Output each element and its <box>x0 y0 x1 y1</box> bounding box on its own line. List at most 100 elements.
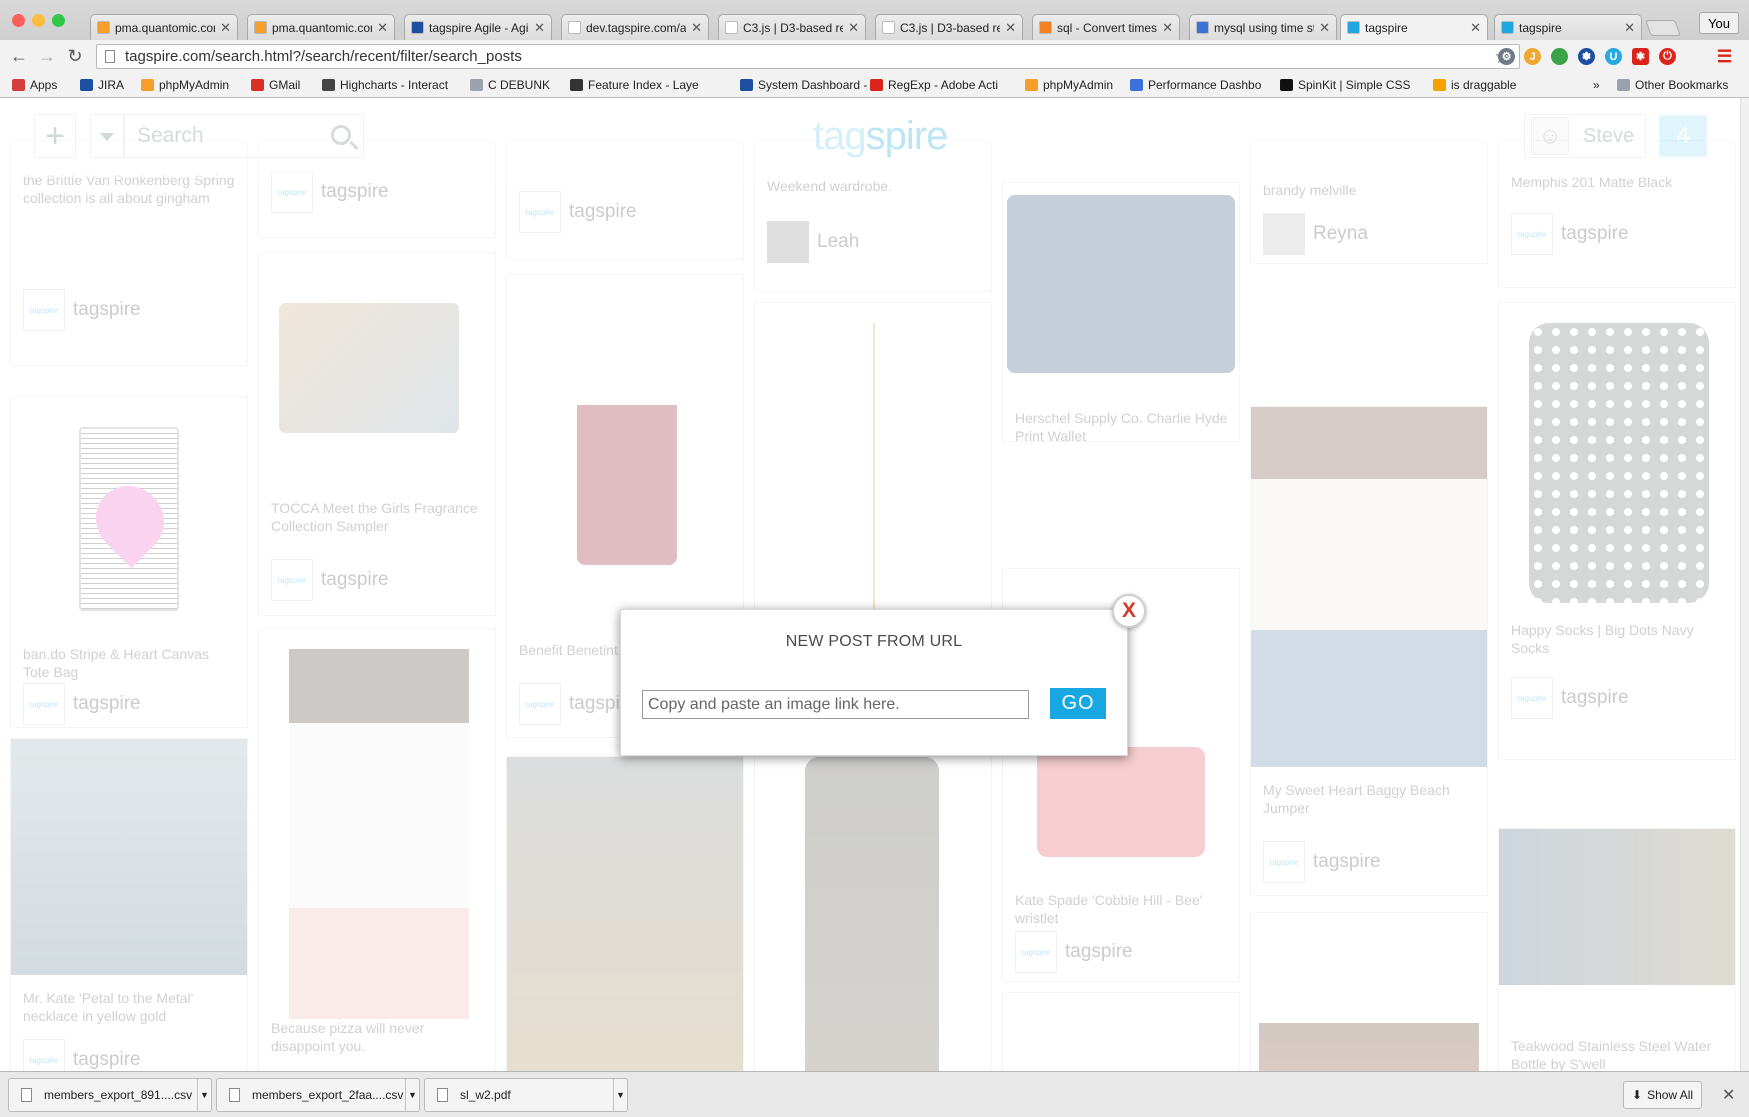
search-input[interactable]: Search <box>124 114 364 158</box>
extension-gear-icon[interactable]: ⚙ <box>1498 48 1515 65</box>
download-menu-chevron-icon[interactable]: ▼ <box>613 1079 627 1111</box>
bookmark-item[interactable]: Feature Index - Laye <box>570 78 699 92</box>
bookmark-item[interactable]: is draggable <box>1433 78 1516 92</box>
tab-close-icon[interactable]: ✕ <box>377 20 388 36</box>
site-header: + Search tagspire ☺ Steve 4 <box>0 98 1740 178</box>
browser-tab[interactable]: pma.quantomic.com ✕ <box>90 14 238 40</box>
tab-close-icon[interactable]: ✕ <box>220 20 231 36</box>
other-bookmarks[interactable]: Other Bookmarks <box>1617 78 1728 92</box>
post-image <box>577 315 677 565</box>
bookmark-item[interactable]: SpinKit | Simple CSS <box>1280 78 1411 92</box>
download-item[interactable]: members_export_2faa....csv ▼ <box>216 1078 420 1112</box>
search-icon[interactable] <box>331 125 351 145</box>
bookmark-item[interactable]: GMail <box>251 78 300 92</box>
page-scrollbar[interactable] <box>1740 98 1749 1071</box>
post-card[interactable]: Herschel Supply Co. Charlie Hyde Print W… <box>1002 182 1240 444</box>
post-card[interactable]: TOCCA Meet the Girls Fragrance Collectio… <box>258 252 496 616</box>
address-bar[interactable]: tagspire.com/search.html?/search/recent/… <box>96 44 1520 69</box>
bookmark-item[interactable]: RegExp - Adobe Acti <box>870 78 998 92</box>
post-image <box>1251 407 1487 767</box>
tab-close-icon[interactable]: ✕ <box>1470 20 1481 36</box>
browser-tab[interactable]: C3.js | D3-based re ✕ <box>875 14 1023 40</box>
back-arrow-icon[interactable]: ← <box>8 45 30 67</box>
tab-close-icon[interactable]: ✕ <box>1319 20 1330 36</box>
site-logo[interactable]: tagspire <box>813 114 948 159</box>
post-card[interactable] <box>1250 912 1488 1071</box>
forward-arrow-icon[interactable]: → <box>36 45 58 67</box>
show-all-downloads-button[interactable]: ⬇ Show All <box>1623 1081 1703 1109</box>
post-card[interactable] <box>1002 992 1240 1071</box>
tab-close-icon[interactable]: ✕ <box>1624 20 1635 36</box>
tab-close-icon[interactable]: ✕ <box>848 20 859 36</box>
tab-close-icon[interactable]: ✕ <box>691 20 702 36</box>
extension-power-icon[interactable]: ⏻ <box>1659 48 1676 65</box>
browser-tab[interactable]: dev.tagspire.com/a ✕ <box>561 14 709 40</box>
tab-close-icon[interactable]: ✕ <box>534 20 545 36</box>
browser-tab[interactable]: sql - Convert timest ✕ <box>1032 14 1180 40</box>
download-menu-chevron-icon[interactable]: ▼ <box>197 1079 211 1111</box>
new-post-modal: NEW POST FROM URL GO X <box>620 594 1146 756</box>
post-card[interactable]: ban.do Stripe & Heart Canvas Tote Bag ta… <box>10 396 248 728</box>
tagspire-logo-icon: tagspire <box>1511 213 1553 255</box>
browser-tab[interactable]: C3.js | D3-based re ✕ <box>718 14 866 40</box>
browser-tab[interactable]: tagspire ✕ <box>1340 14 1488 40</box>
add-post-button[interactable]: + <box>34 114 76 158</box>
tab-close-icon[interactable]: ✕ <box>1162 20 1173 36</box>
close-modal-button[interactable]: X <box>1112 594 1146 628</box>
post-source: tagspire tagspire <box>23 1039 141 1071</box>
post-source-name: tagspire <box>73 693 141 714</box>
bookmark-item[interactable]: phpMyAdmin <box>1025 78 1113 92</box>
post-card[interactable]: Happy Socks | Big Dots Navy Socks tagspi… <box>1498 302 1736 760</box>
extension-jira-icon[interactable]: ✽ <box>1578 48 1595 65</box>
search-filter-dropdown[interactable] <box>90 114 124 158</box>
new-tab-button[interactable] <box>1645 20 1681 36</box>
post-image <box>1529 323 1709 603</box>
download-menu-chevron-icon[interactable]: ▼ <box>405 1079 419 1111</box>
bookmark-label: System Dashboard - <box>758 78 868 92</box>
browser-tab[interactable]: mysql using time st ✕ <box>1189 14 1337 40</box>
reload-icon[interactable]: ↻ <box>64 45 86 67</box>
profile-button[interactable]: You <box>1699 12 1739 34</box>
bookmark-label: RegExp - Adobe Acti <box>888 78 999 92</box>
extension-u-icon[interactable]: U <box>1605 48 1622 65</box>
tab-favicon-icon <box>725 21 738 34</box>
bookmark-item[interactable]: phpMyAdmin <box>141 78 229 92</box>
extension-red-icon[interactable]: ✱ <box>1632 48 1649 65</box>
bookmark-item[interactable]: C DEBUNK <box>470 78 550 92</box>
close-download-shelf-icon[interactable]: ✕ <box>1722 1085 1735 1105</box>
bookmark-icon <box>870 79 883 91</box>
bookmark-item[interactable]: Apps <box>12 78 57 92</box>
bookmark-item[interactable]: System Dashboard - <box>740 78 867 92</box>
bookmark-item[interactable]: Performance Dashbo <box>1130 78 1261 92</box>
post-card[interactable]: Teakwood Stainless Steel Water Bottle by… <box>1498 828 1736 1071</box>
user-menu[interactable]: ☺ Steve <box>1524 114 1646 158</box>
extension-green-icon[interactable] <box>1551 48 1568 65</box>
post-card[interactable]: Mr. Kate 'Petal to the Metal' necklace i… <box>10 738 248 1071</box>
browser-tab[interactable]: tagspire Agile - Agile ✕ <box>404 14 552 40</box>
tab-close-icon[interactable]: ✕ <box>1005 20 1016 36</box>
go-button[interactable]: GO <box>1050 688 1106 719</box>
file-icon <box>21 1088 32 1102</box>
close-window-button[interactable] <box>12 14 25 27</box>
extension-jb-icon[interactable]: J <box>1524 48 1541 65</box>
download-item[interactable]: sl_w2.pdf ▼ <box>424 1078 628 1112</box>
bookmarks-overflow-chevron-icon[interactable]: » <box>1593 78 1600 92</box>
zoom-window-button[interactable] <box>52 14 65 27</box>
browser-tab[interactable]: tagspire ✕ <box>1494 14 1642 40</box>
post-card[interactable] <box>506 756 744 1071</box>
post-card[interactable]: Because pizza will never disappoint you. <box>258 628 496 1071</box>
post-card[interactable]: My Sweet Heart Baggy Beach Jumper tagspi… <box>1250 406 1488 896</box>
post-source: tagspire tagspire <box>1015 931 1133 973</box>
download-item[interactable]: members_export_891....csv ▼ <box>8 1078 212 1112</box>
bookmark-icon <box>1025 79 1038 91</box>
bookmark-icon <box>1130 79 1143 91</box>
post-card[interactable] <box>754 744 992 1071</box>
bookmark-item[interactable]: Highcharts - Interact <box>322 78 448 92</box>
image-url-input[interactable] <box>642 690 1029 719</box>
notification-count-badge[interactable]: 4 <box>1658 114 1708 158</box>
minimize-window-button[interactable] <box>32 14 45 27</box>
browser-tab[interactable]: pma.quantomic.com ✕ <box>247 14 395 40</box>
post-source: tagspire tagspire <box>519 191 637 233</box>
bookmark-item[interactable]: JIRA <box>80 78 124 92</box>
chrome-menu-icon[interactable]: ☰ <box>1716 47 1733 66</box>
